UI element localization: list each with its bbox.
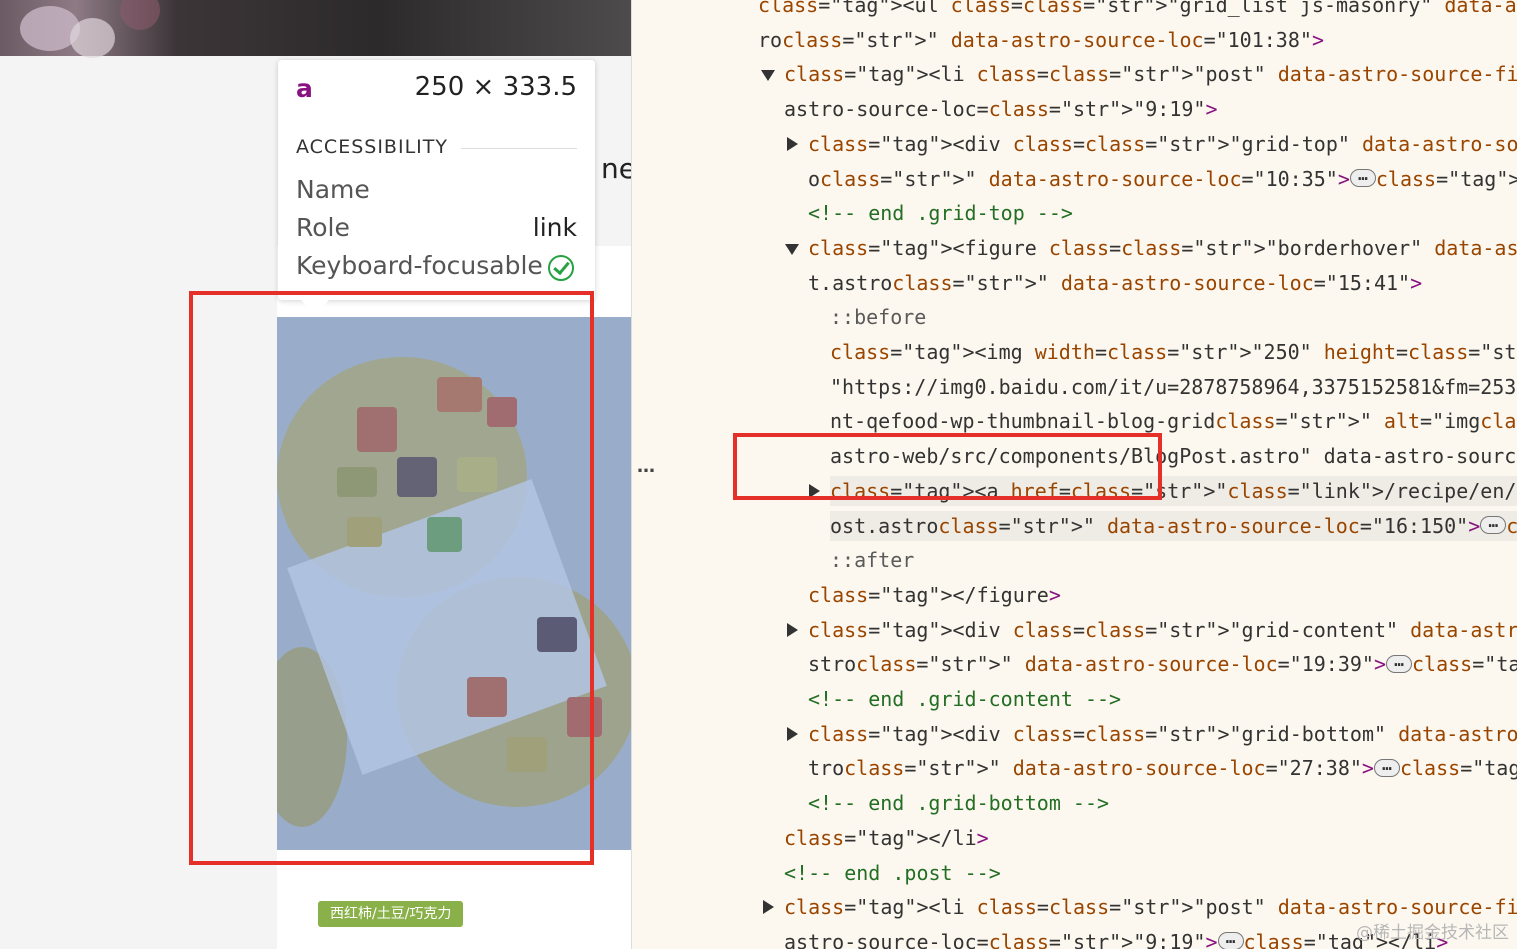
dom-tree-line[interactable]: oclass="str">" data-astro-source-loc="10… bbox=[808, 164, 1517, 194]
dom-tree-line[interactable]: ::after bbox=[830, 545, 914, 575]
dom-tree-line[interactable]: class="tag"><div class=class="str">"grid… bbox=[808, 129, 1517, 159]
tooltip-section-heading: ACCESSIBILITY bbox=[296, 136, 448, 158]
dom-tree-line[interactable]: <!-- end .grid-top --> bbox=[808, 198, 1073, 228]
dom-tree-line[interactable]: class="tag"></li> bbox=[784, 823, 989, 853]
dom-tree-line[interactable]: class="tag"><img width=class="str">"250"… bbox=[830, 337, 1517, 367]
collapsed-triangle-icon[interactable] bbox=[763, 900, 774, 915]
tooltip-row-name: Name bbox=[296, 175, 370, 204]
tooltip-row-keyboard-focusable: Keyboard-focusable bbox=[296, 251, 543, 280]
hero-image bbox=[0, 0, 631, 58]
collapsed-triangle-icon[interactable] bbox=[787, 726, 798, 741]
expanded-triangle-icon[interactable] bbox=[761, 70, 775, 82]
highlight-box-anchor-node bbox=[733, 433, 1162, 500]
tooltip-element-size: 250 × 333.5 bbox=[414, 72, 577, 102]
dom-tree-line[interactable]: class="tag"><div class=class="str">"grid… bbox=[808, 719, 1517, 749]
dom-tree-line[interactable]: "https://img0.baidu.com/it/u=2878758964,… bbox=[830, 372, 1517, 402]
tooltip-element-tag: a bbox=[296, 74, 313, 103]
dom-tree-line[interactable]: stroclass="str">" data-astro-source-loc=… bbox=[808, 649, 1517, 679]
collapsed-triangle-icon[interactable] bbox=[787, 622, 798, 637]
tooltip-row-role: Role link bbox=[296, 213, 577, 242]
dom-tree-line[interactable]: <!-- end .grid-content --> bbox=[808, 684, 1121, 714]
dom-tree-line[interactable]: class="tag"><div class=class="str">"grid… bbox=[808, 615, 1517, 645]
watermark: @稀土掘金技术社区 bbox=[1356, 923, 1509, 943]
dom-tree-line[interactable]: astro-source-loc=class="str">"9:19">… cla… bbox=[784, 927, 1448, 949]
dom-tree-line[interactable]: astro-source-loc=class="str">"9:19"> bbox=[784, 94, 1218, 124]
dom-tree-line[interactable]: <!-- end .post --> bbox=[784, 858, 1001, 888]
check-circle-icon bbox=[548, 255, 574, 281]
more-options-icon[interactable]: … bbox=[637, 456, 655, 477]
dom-tree-line[interactable]: ost.astroclass="str">" data-astro-source… bbox=[830, 510, 1517, 541]
dom-tree-line[interactable]: <!-- end .grid-bottom --> bbox=[808, 788, 1109, 818]
dom-tree-line[interactable]: class="tag"><ul class=class="str">"grid_… bbox=[758, 0, 1517, 20]
expanded-triangle-icon[interactable] bbox=[785, 243, 799, 255]
dom-tree-line[interactable]: troclass="str">" data-astro-source-loc="… bbox=[808, 753, 1517, 783]
highlight-box-image bbox=[189, 291, 594, 865]
recipe-tag[interactable]: 西红柿/土豆/巧克力 bbox=[318, 901, 464, 927]
inspect-tooltip: a 250 × 333.5 ACCESSIBILITY Name Role li… bbox=[278, 60, 595, 300]
dom-tree-line[interactable]: t.astroclass="str">" data-astro-source-l… bbox=[808, 268, 1422, 298]
dom-tree-line[interactable]: class="tag"><li class=class="str">"post"… bbox=[784, 59, 1517, 89]
dom-tree-line[interactable]: class="tag"></figure> bbox=[808, 580, 1061, 610]
dom-tree-line[interactable]: class="tag"><figure class=class="str">"b… bbox=[808, 233, 1517, 263]
tooltip-divider bbox=[461, 148, 577, 149]
post-title-fragment: ne bbox=[601, 152, 631, 185]
dom-tree-line[interactable]: nt-qefood-wp-thumbnail-blog-gridclass="s… bbox=[830, 406, 1517, 436]
collapsed-triangle-icon[interactable] bbox=[787, 136, 798, 151]
dom-tree-line[interactable]: ::before bbox=[830, 302, 926, 332]
dom-tree-line[interactable]: roclass="str">" data-astro-source-loc="1… bbox=[758, 25, 1324, 55]
